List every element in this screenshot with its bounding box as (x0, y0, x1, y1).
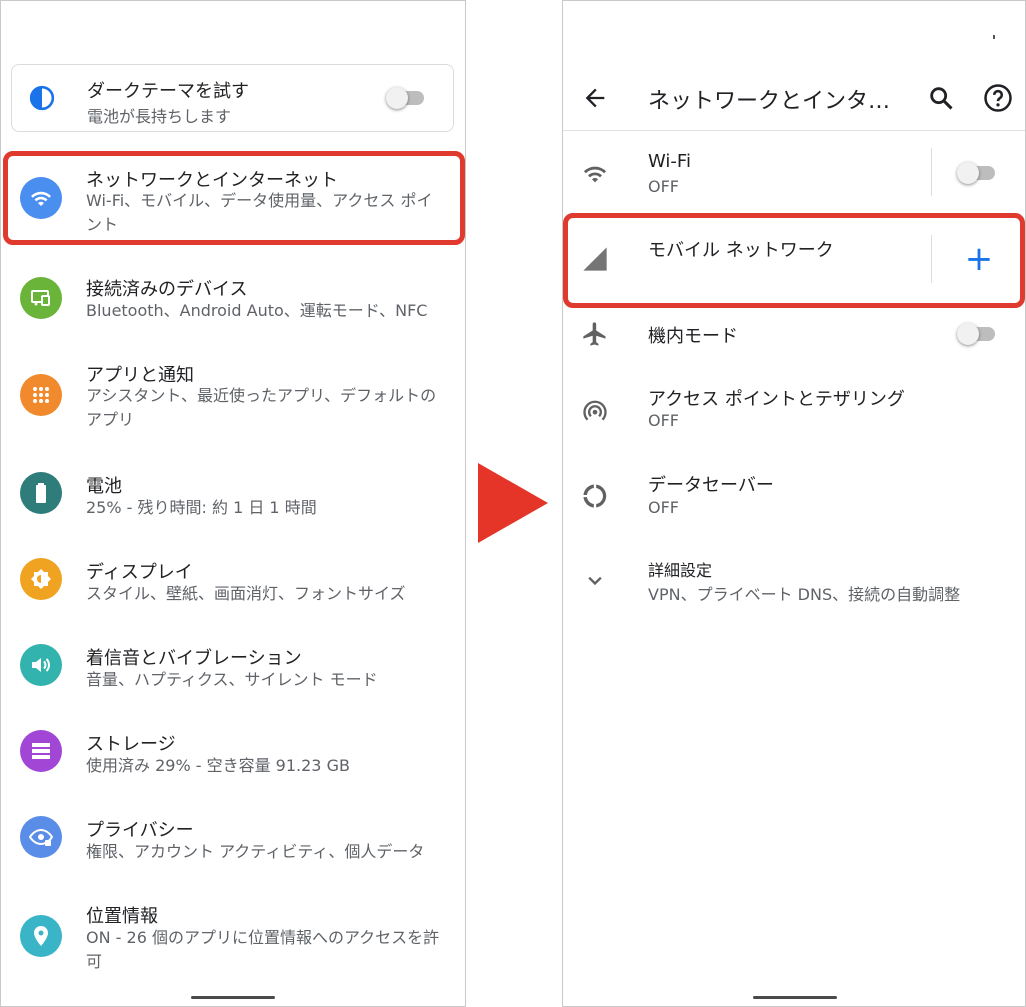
settings-item-sound[interactable]: 着信音とバイブレーション 音量、ハプティクス、サイレント モード (1, 642, 465, 702)
settings-item-battery[interactable]: 電池 25% - 残り時間: 約 1 日 1 時間 (1, 470, 465, 530)
network-item-wifi[interactable]: Wi-Fi OFF (563, 141, 1025, 206)
settings-item-subtitle: 権限、アカウント アクティビティ、個人データ (86, 842, 425, 861)
storage-icon (20, 730, 62, 772)
settings-item-network[interactable]: ネットワークとインターネット Wi-Fi、モバイル、データ使用量、アクセス ポイ… (1, 154, 465, 244)
app-bar: ネットワークとインタ… (563, 65, 1025, 131)
settings-item-subtitle: 使用済み 29% - 空き容量 91.23 GB (86, 756, 350, 775)
settings-item-privacy[interactable]: プライバシー 権限、アカウント アクティビティ、個人データ (1, 814, 465, 874)
settings-item-subtitle: ON - 26 個のアプリに位置情報へのアクセスを許可 (86, 928, 440, 971)
settings-item-apps[interactable]: アプリと通知 アシスタント、最近使ったアプリ、デフォルトのアプリ (1, 361, 465, 431)
dark-theme-title: ダークテーマを試す (87, 81, 249, 102)
help-icon[interactable] (983, 83, 1013, 113)
network-item-subtitle: OFF (648, 177, 679, 196)
network-item-title: モバイル ネットワーク (648, 240, 834, 261)
gesture-bar[interactable] (753, 996, 837, 999)
divider (931, 235, 932, 283)
settings-item-subtitle: 音量、ハプティクス、サイレント モード (86, 670, 378, 689)
search-icon[interactable] (927, 84, 955, 112)
network-item-subtitle: VPN、プライベート DNS、接続の自動調整 (648, 585, 961, 604)
settings-item-title: 着信音とバイブレーション (86, 648, 302, 669)
network-item-subtitle: OFF (648, 411, 679, 430)
settings-item-title: 位置情報 (86, 906, 158, 927)
network-item-advanced[interactable]: 詳細設定 VPN、プライベート DNS、接続の自動調整 (563, 557, 1025, 607)
settings-item-subtitle: Bluetooth、Android Auto、運転モード、NFC (86, 301, 428, 320)
dark-theme-subtitle: 電池が長持ちします (87, 107, 232, 126)
devices-icon (20, 277, 62, 319)
wifi-icon (20, 177, 62, 219)
settings-item-display[interactable]: ディスプレイ スタイル、壁紙、画面消灯、フォントサイズ (1, 556, 465, 616)
settings-item-subtitle: Wi-Fi、モバイル、データ使用量、アクセス ポイント (86, 191, 433, 234)
airplane-mode-toggle[interactable] (957, 322, 997, 346)
wifi-toggle[interactable] (957, 161, 997, 185)
theme-contrast-icon (29, 85, 55, 111)
settings-item-storage[interactable]: ストレージ 使用済み 29% - 空き容量 91.23 GB (1, 728, 465, 788)
divider (931, 148, 932, 196)
settings-item-subtitle: アシスタント、最近使ったアプリ、デフォルトのアプリ (86, 386, 437, 429)
settings-item-title: ストレージ (86, 734, 176, 755)
network-item-subtitle: OFF (648, 498, 679, 517)
settings-item-location[interactable]: 位置情報 ON - 26 個のアプリに位置情報へのアクセスを許可 (1, 900, 465, 975)
settings-item-title: ディスプレイ (86, 562, 193, 583)
network-item-title: データセーバー (648, 475, 774, 496)
battery-icon (20, 472, 62, 514)
page-title: ネットワークとインタ… (648, 89, 891, 114)
wifi-icon (583, 166, 607, 183)
data-saver-icon (583, 484, 607, 508)
gesture-bar[interactable] (191, 996, 275, 999)
settings-item-subtitle: スタイル、壁紙、画面消灯、フォントサイズ (86, 584, 406, 603)
settings-item-title: プライバシー (86, 820, 194, 841)
network-item-title: アクセス ポイントとテザリング (648, 389, 905, 410)
dark-theme-toggle[interactable] (386, 86, 426, 110)
settings-item-subtitle: 25% - 残り時間: 約 1 日 1 時間 (86, 498, 317, 517)
network-settings-screen: ネットワークとインタ… Wi-Fi OFF モバイル ネットワーク + 機内モー… (562, 0, 1026, 1007)
brightness-icon (20, 558, 62, 600)
back-arrow-icon[interactable] (581, 84, 609, 112)
network-item-title: 詳細設定 (648, 561, 713, 580)
settings-item-title: 電池 (86, 476, 122, 497)
settings-screen: ダークテーマを試す 電池が長持ちします ネットワークとインターネット Wi-Fi… (0, 0, 466, 1007)
network-item-title: Wi-Fi (648, 151, 691, 172)
volume-icon (20, 644, 62, 686)
transition-arrow (478, 463, 548, 543)
status-bar-dot (993, 35, 995, 39)
network-item-data-saver[interactable]: データセーバー OFF (563, 470, 1025, 526)
network-item-airplane-mode[interactable]: 機内モード (563, 313, 1025, 358)
hotspot-icon (583, 400, 607, 421)
network-item-hotspot[interactable]: アクセス ポイントとテザリング OFF (563, 383, 1025, 439)
chevron-down-icon (588, 576, 602, 586)
location-pin-icon (20, 915, 62, 957)
privacy-eye-icon (20, 816, 62, 858)
network-item-title: 機内モード (648, 326, 738, 347)
apps-grid-icon (20, 374, 62, 416)
network-item-mobile[interactable]: モバイル ネットワーク + (563, 223, 1025, 303)
airplane-icon (583, 322, 606, 346)
dark-theme-card[interactable]: ダークテーマを試す 電池が長持ちします (11, 64, 454, 132)
settings-item-connected-devices[interactable]: 接続済みのデバイス Bluetooth、Android Auto、運転モード、N… (1, 273, 465, 333)
add-mobile-network-button[interactable]: + (963, 235, 995, 283)
signal-icon (583, 247, 607, 271)
settings-item-title: 接続済みのデバイス (86, 279, 248, 300)
